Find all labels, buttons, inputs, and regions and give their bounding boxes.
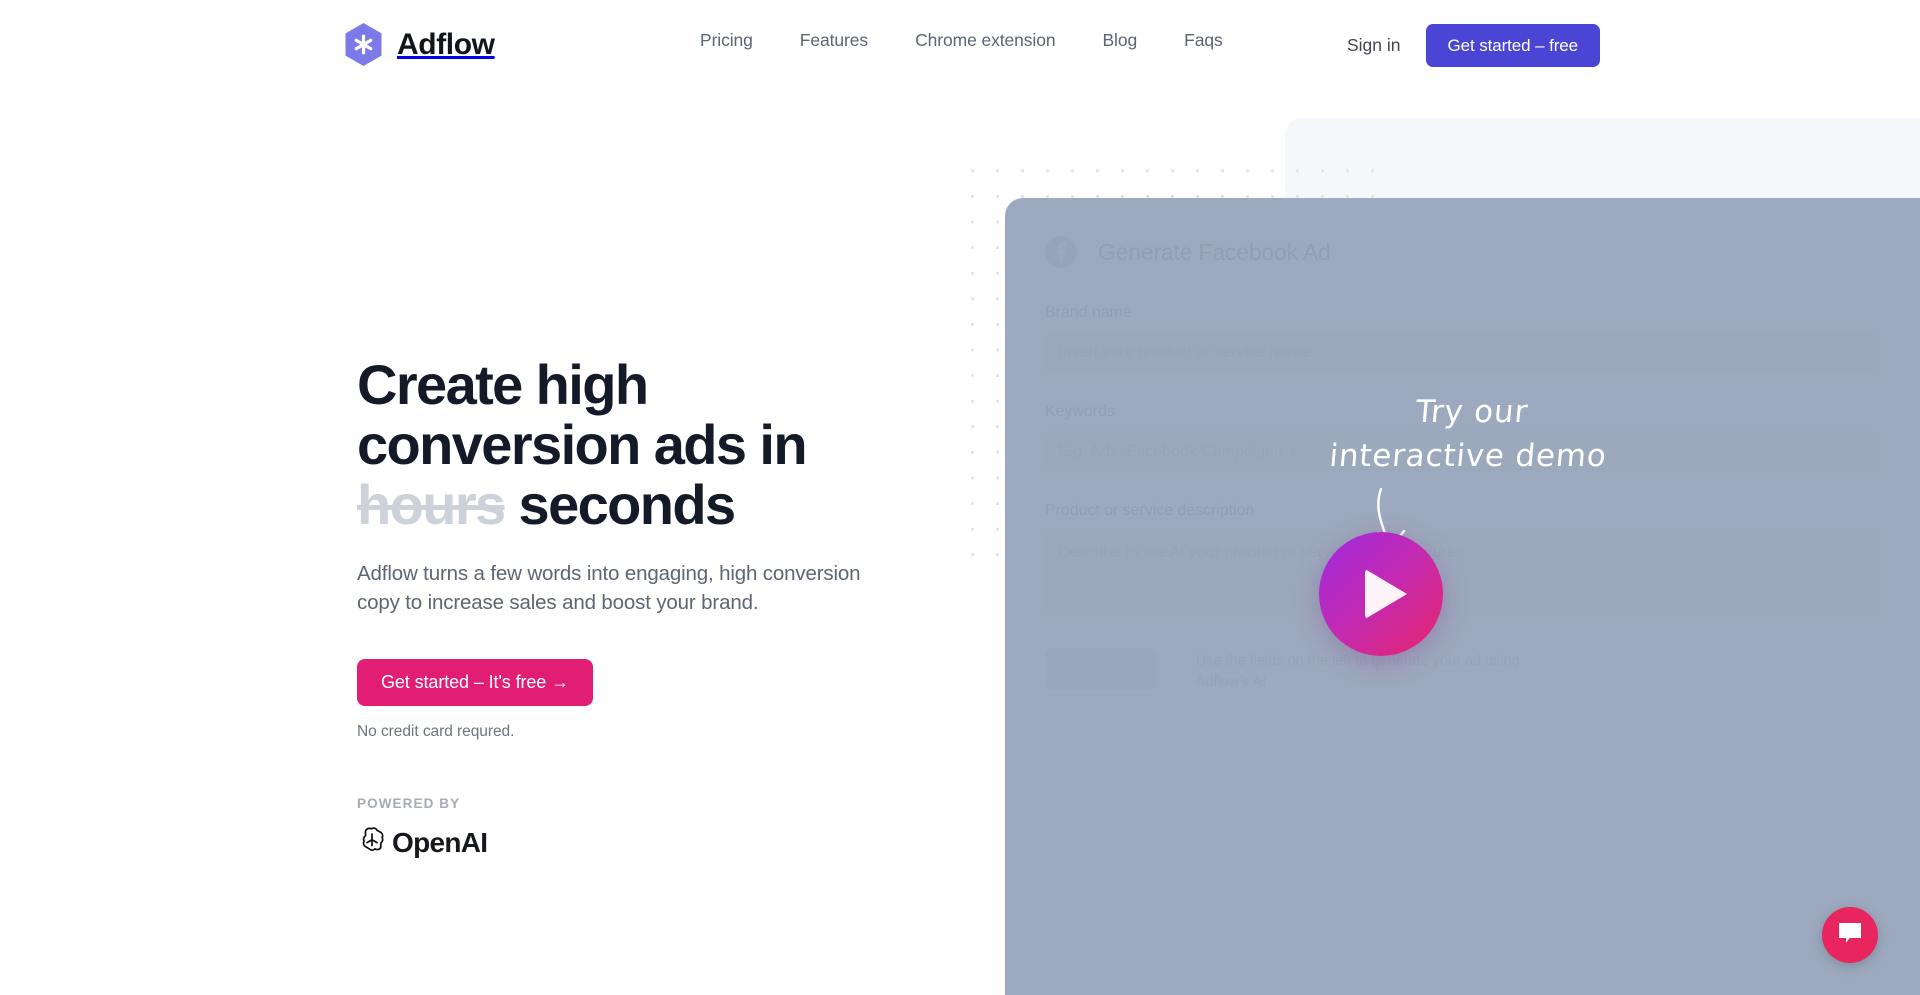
chat-bubble-icon	[1837, 922, 1863, 949]
get-started-cta-button[interactable]: Get started – It's free →	[357, 659, 594, 706]
powered-by-label: POWERED BY	[357, 796, 461, 811]
get-started-header-button[interactable]: Get started – free	[1425, 24, 1600, 67]
nav-item-blog[interactable]: Blog	[1102, 30, 1137, 51]
sign-in-link[interactable]: Sign in	[1347, 35, 1401, 56]
site-header: Adflow Pricing Features Chrome extension…	[0, 0, 1920, 88]
openai-badge: OpenAI	[357, 825, 917, 860]
play-demo-button[interactable]	[1319, 532, 1443, 656]
hero-content: Create high conversion ads in hours seco…	[357, 355, 917, 860]
page-title: Create high conversion ads in hours seco…	[357, 355, 917, 535]
nav-item-chrome-extension[interactable]: Chrome extension	[915, 30, 1056, 51]
decorative-backdrop-card	[1285, 118, 1920, 198]
landing-page: Adflow Pricing Features Chrome extension…	[0, 0, 1920, 995]
chat-widget-button[interactable]	[1822, 907, 1878, 963]
hero-subtitle: Adflow turns a few words into engaging, …	[357, 562, 861, 614]
openai-logo-icon	[357, 825, 387, 860]
generate-ad-panel: Generate Facebook Ad Brand name Insert y…	[1005, 198, 1920, 995]
panel-dim-overlay	[1005, 198, 1920, 995]
headline-line-a: Create high conversion ads in	[357, 353, 808, 476]
nav-item-faqs[interactable]: Faqs	[1184, 30, 1223, 51]
brand-name: Adflow	[397, 27, 495, 61]
openai-wordmark: OpenAI	[392, 826, 488, 858]
headline-struck-word: hours	[357, 473, 506, 536]
demo-section: Generate Facebook Ad Brand name Insert y…	[940, 0, 1920, 995]
nav-item-pricing[interactable]: Pricing	[700, 30, 753, 51]
adflow-hexagon-icon	[343, 22, 384, 67]
main-nav: Pricing Features Chrome extension Blog F…	[700, 30, 1223, 51]
play-icon	[1365, 569, 1407, 619]
nav-item-features[interactable]: Features	[800, 30, 868, 51]
header-auth-actions: Sign in Get started – free	[1347, 24, 1600, 67]
brand-logo[interactable]: Adflow	[343, 22, 495, 67]
headline-highlight-word: seconds	[518, 473, 737, 536]
no-credit-card-note: No credit card requred.	[357, 723, 515, 740]
